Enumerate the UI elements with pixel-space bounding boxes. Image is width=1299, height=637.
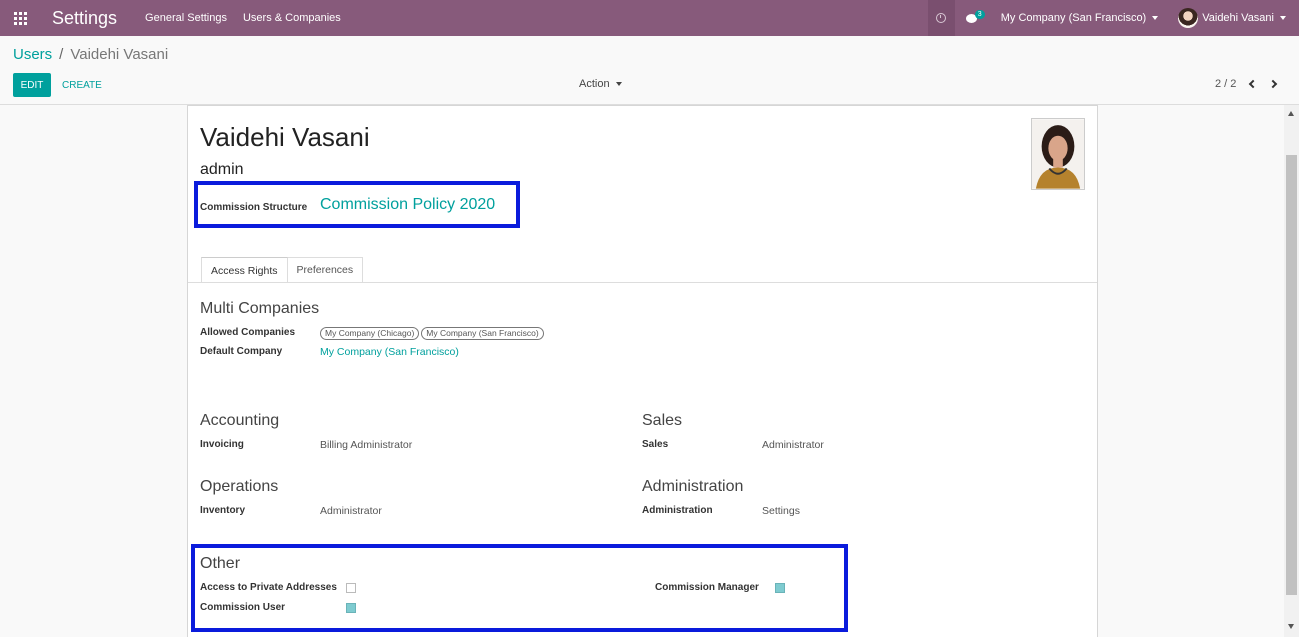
highlight-box-other bbox=[191, 544, 848, 632]
tab-access-rights[interactable]: Access Rights bbox=[201, 257, 288, 283]
pager-previous-button[interactable] bbox=[1247, 79, 1258, 89]
default-company-link[interactable]: My Company (San Francisco) bbox=[320, 346, 459, 358]
inventory-label: Inventory bbox=[200, 505, 246, 516]
vertical-scrollbar[interactable] bbox=[1284, 105, 1299, 637]
user-login: admin bbox=[200, 161, 244, 178]
pager-value: 2 / 2 bbox=[1215, 78, 1237, 90]
allowed-companies-label: Allowed Companies bbox=[200, 327, 296, 338]
caret-down-icon bbox=[1152, 16, 1159, 20]
scroll-up-arrow-icon[interactable] bbox=[1288, 111, 1294, 116]
section-sales: Sales bbox=[642, 412, 683, 429]
user-photo bbox=[1031, 118, 1085, 190]
tab-preferences[interactable]: Preferences bbox=[287, 257, 364, 283]
scroll-thumb[interactable] bbox=[1286, 155, 1297, 595]
top-menu: General Settings Users & Companies bbox=[145, 12, 357, 24]
breadcrumb-current: Vaidehi Vasani bbox=[70, 46, 169, 63]
menu-general-settings[interactable]: General Settings bbox=[145, 12, 227, 24]
edit-button[interactable]: EDIT bbox=[13, 73, 51, 97]
company-tag: My Company (Chicago) bbox=[320, 327, 420, 340]
action-label: Action bbox=[579, 78, 610, 90]
invoicing-label: Invoicing bbox=[200, 439, 244, 450]
apps-menu-icon[interactable] bbox=[2, 0, 38, 36]
company-name: My Company (San Francisco) bbox=[1000, 12, 1147, 24]
section-accounting: Accounting bbox=[200, 412, 280, 429]
breadcrumb: Users / Vaidehi Vasani bbox=[13, 46, 168, 63]
caret-down-icon bbox=[1280, 16, 1286, 20]
user-menu[interactable]: Vaidehi Vasani bbox=[1178, 8, 1286, 28]
company-switcher[interactable]: My Company (San Francisco) bbox=[1001, 12, 1159, 24]
top-navbar: Settings General Settings Users & Compan… bbox=[0, 0, 1299, 36]
sales-value: Administrator bbox=[762, 439, 824, 451]
sales-label: Sales bbox=[642, 439, 669, 450]
user-name-title: Vaidehi Vasani bbox=[200, 122, 370, 152]
form-sheet: Vaidehi Vasani admin Commission Structur… bbox=[187, 105, 1098, 637]
section-multi-companies: Multi Companies bbox=[200, 300, 320, 317]
chevron-left-icon bbox=[1248, 79, 1258, 89]
invoicing-value: Billing Administrator bbox=[320, 439, 413, 451]
caret-down-icon bbox=[615, 82, 622, 86]
form-tabs: Access Rights Preferences bbox=[201, 257, 364, 283]
allowed-companies-tags[interactable]: My Company (Chicago) My Company (San Fra… bbox=[320, 327, 546, 340]
administration-label: Administration bbox=[642, 505, 713, 516]
app-title: Settings bbox=[52, 7, 118, 28]
inventory-value: Administrator bbox=[320, 505, 382, 517]
administration-value: Settings bbox=[762, 505, 800, 517]
action-dropdown[interactable]: Action bbox=[579, 78, 622, 90]
pager-next-button[interactable] bbox=[1268, 79, 1279, 89]
user-avatar bbox=[1178, 8, 1199, 28]
breadcrumb-separator: / bbox=[59, 46, 64, 63]
chat-count-badge: 3 bbox=[974, 10, 985, 19]
scroll-down-arrow-icon[interactable] bbox=[1288, 624, 1294, 629]
default-company-label: Default Company bbox=[200, 346, 283, 357]
chevron-right-icon bbox=[1268, 79, 1278, 89]
user-photo-image bbox=[1032, 119, 1084, 189]
breadcrumb-users-link[interactable]: Users bbox=[13, 46, 52, 63]
section-administration: Administration bbox=[642, 478, 744, 495]
activity-clock-icon[interactable] bbox=[927, 0, 955, 36]
user-name: Vaidehi Vasani bbox=[1202, 12, 1274, 24]
highlight-box-commission-structure bbox=[194, 181, 520, 228]
messaging-icon[interactable]: 3 bbox=[955, 0, 995, 36]
company-tag: My Company (San Francisco) bbox=[421, 327, 544, 340]
menu-users-companies[interactable]: Users & Companies bbox=[243, 12, 341, 24]
section-operations: Operations bbox=[200, 478, 279, 495]
navbar-right: 3 My Company (San Francisco) Vaidehi Vas… bbox=[927, 0, 1299, 36]
tabs-divider bbox=[188, 282, 1097, 283]
create-button[interactable]: CREATE bbox=[62, 73, 102, 97]
